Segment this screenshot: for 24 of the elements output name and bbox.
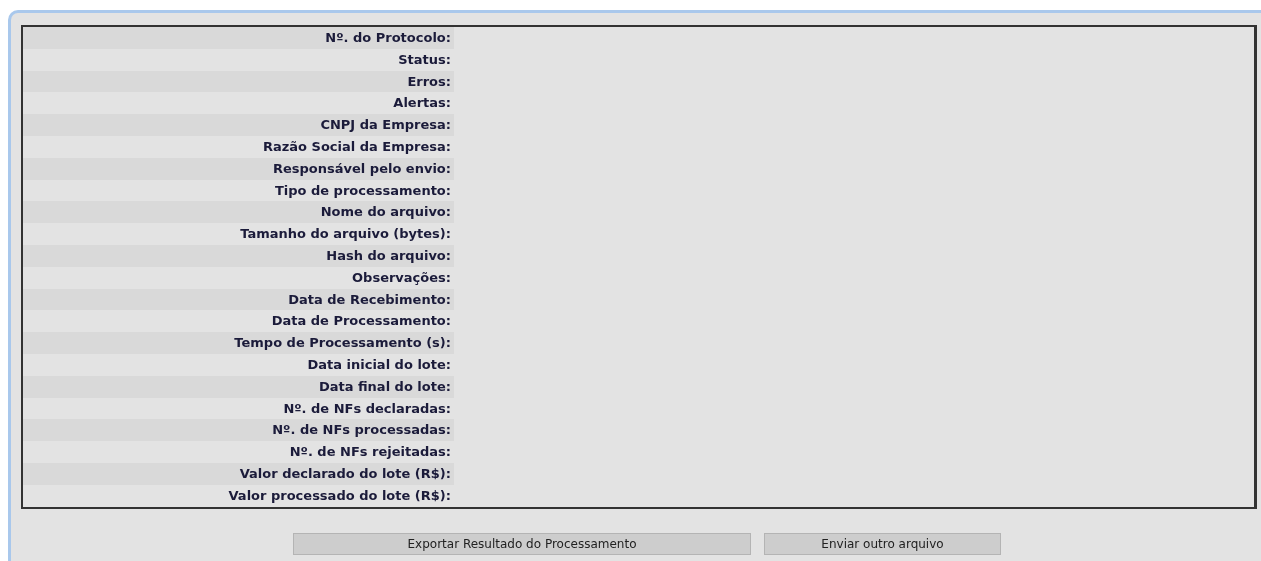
send-button[interactable]: Enviar outro arquivo xyxy=(764,532,1001,555)
export-button[interactable]: Exportar Resultado do Processamento xyxy=(293,532,751,555)
field-label: Hash do arquivo: xyxy=(23,244,454,267)
field-label: Nº. de NFs rejeitadas: xyxy=(288,443,452,462)
field-label: Valor processado do lote (R$): xyxy=(227,486,452,505)
field-label: Alertas: xyxy=(392,94,452,113)
field-label: Nº. do Protocolo: xyxy=(23,27,454,49)
field-label: Razão Social da Empresa: xyxy=(261,138,452,156)
field-label: Status: xyxy=(397,50,452,69)
field-label: Data inicial do lote: xyxy=(306,355,452,374)
field-label: Responsável pelo envio: xyxy=(23,157,454,180)
field-label: Data de Processamento: xyxy=(270,312,452,331)
field-label: CNPJ da Empresa: xyxy=(23,114,454,136)
field-label: Valor declarado do lote (R$): xyxy=(23,462,454,485)
field-label: Tipo de processamento: xyxy=(273,181,452,200)
field-label: Nome do arquivo: xyxy=(23,201,454,224)
field-label: Data de Recebimento: xyxy=(23,288,454,311)
field-label: Data final do lote: xyxy=(23,375,454,398)
field-label: Observações: xyxy=(351,268,452,287)
field-label: Tamanho do arquivo (bytes): xyxy=(239,225,452,244)
field-label: Erros: xyxy=(23,70,454,93)
field-label: Nº. de NFs declaradas: xyxy=(282,399,452,418)
field-label: Tempo de Processamento (s): xyxy=(23,332,454,354)
field-label: Nº. de NFs processadas: xyxy=(23,419,454,442)
